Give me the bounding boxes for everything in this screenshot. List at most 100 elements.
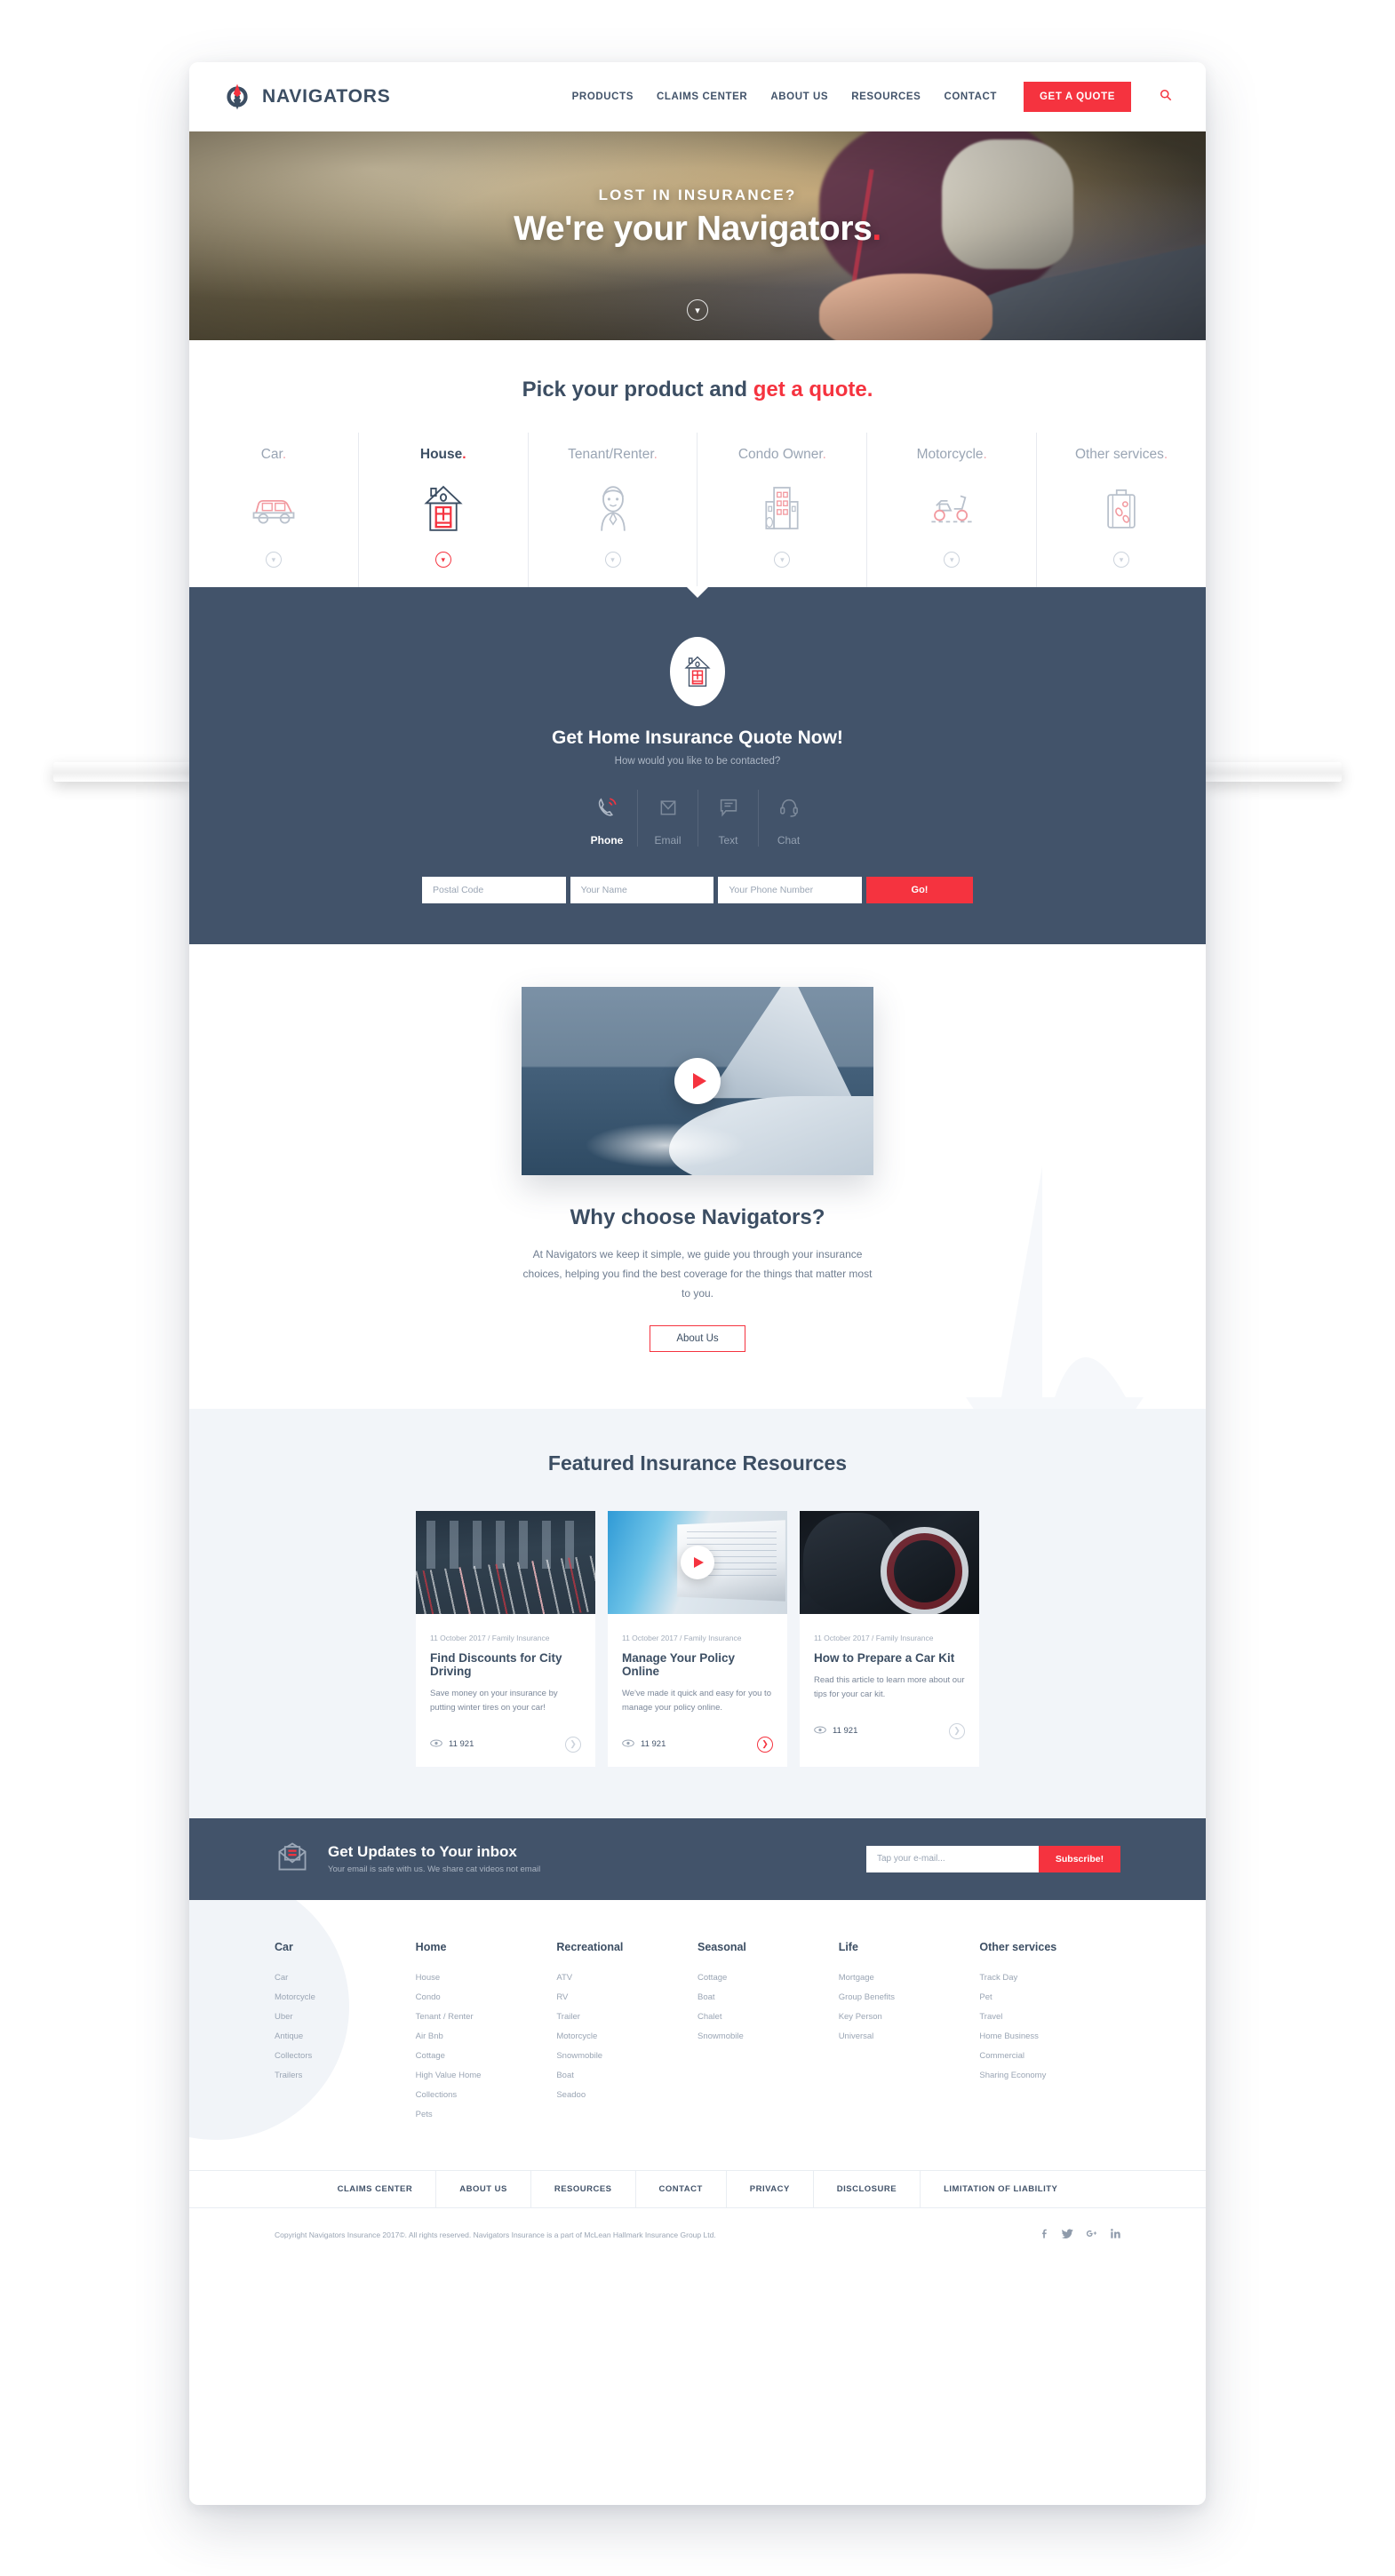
footer-link[interactable]: Trailers bbox=[275, 2071, 416, 2080]
your-name-input[interactable]: Your Name bbox=[570, 877, 714, 903]
about-us-button[interactable]: About Us bbox=[650, 1324, 745, 1352]
footer-link[interactable]: RV bbox=[556, 1992, 698, 2002]
footer-link[interactable]: Seadoo bbox=[556, 2090, 698, 2100]
footer-link[interactable]: Antique bbox=[275, 2031, 416, 2041]
footer-nav-about-us[interactable]: ABOUT US bbox=[435, 2170, 530, 2207]
page-canvas: NAVIGATORS PRODUCTS CLAIMS CENTER ABOUT … bbox=[0, 0, 1395, 2576]
nav-item-about-us[interactable]: ABOUT US bbox=[770, 91, 828, 102]
footer-link[interactable]: Tenant / Renter bbox=[416, 2012, 557, 2022]
linkedin-icon[interactable] bbox=[1111, 2228, 1120, 2242]
footer-link[interactable]: Snowmobile bbox=[698, 2031, 839, 2041]
card-meta: 11 October 2017 / Family Insurance bbox=[430, 1633, 550, 1642]
footer-link[interactable]: Cottage bbox=[416, 2051, 557, 2061]
footer-link[interactable]: Key Person bbox=[839, 2012, 980, 2022]
footer-link[interactable]: Cottage bbox=[698, 1973, 839, 1983]
channel-label: Chat bbox=[777, 834, 801, 847]
chevron-down-icon[interactable]: ▾ bbox=[434, 552, 451, 568]
footer-link[interactable]: Collectors bbox=[275, 2051, 416, 2061]
twitter-icon[interactable] bbox=[1061, 2228, 1073, 2242]
footer-link[interactable]: House bbox=[416, 1973, 557, 1983]
promo-video-player[interactable] bbox=[522, 987, 873, 1175]
phone-number-input[interactable]: Your Phone Number bbox=[718, 877, 863, 903]
nav-item-claims-center[interactable]: CLAIMS CENTER bbox=[657, 91, 747, 102]
footer-link[interactable]: Group Benefits bbox=[839, 1992, 980, 2002]
product-tab-label: Motorcycle. bbox=[916, 447, 987, 462]
footer-link[interactable]: Home Business bbox=[979, 2031, 1120, 2041]
card-view-count: 11 921 bbox=[641, 1739, 666, 1750]
card-description: We've made it quick and easy for you to … bbox=[622, 1688, 771, 1713]
product-tab-condo-owner[interactable]: Condo Owner. ▾ bbox=[697, 433, 866, 587]
resource-card[interactable]: 11 October 2017 / Family Insurance Find … bbox=[416, 1510, 595, 1767]
footer-link[interactable]: Snowmobile bbox=[556, 2051, 698, 2061]
product-tab-house[interactable]: House. ▾ bbox=[357, 433, 528, 587]
quote-submit-button[interactable]: Go! bbox=[866, 877, 974, 903]
footer-link[interactable]: Pets bbox=[416, 2110, 557, 2119]
footer-link[interactable]: Travel bbox=[979, 2012, 1120, 2022]
footer-link[interactable]: Boat bbox=[556, 2071, 698, 2080]
get-a-quote-button[interactable]: GET A QUOTE bbox=[1024, 82, 1131, 112]
postal-code-input[interactable]: Postal Code bbox=[422, 877, 566, 903]
footer-nav-contact[interactable]: CONTACT bbox=[634, 2170, 726, 2207]
suitcase-icon bbox=[1040, 479, 1202, 537]
channel-chat[interactable]: Chat bbox=[758, 790, 818, 847]
product-tabs: Car. ▾ House. ▾ Tenant/Renter. ▾ Condo O… bbox=[189, 433, 1206, 587]
facebook-icon[interactable] bbox=[1041, 2228, 1049, 2242]
product-tab-car[interactable]: Car. ▾ bbox=[189, 433, 358, 587]
footer-link[interactable]: Condo bbox=[416, 1992, 557, 2002]
channel-email[interactable]: Email bbox=[637, 790, 698, 847]
play-icon[interactable] bbox=[681, 1545, 714, 1579]
footer-nav-limitation-of-liability[interactable]: LIMITATION OF LIABILITY bbox=[920, 2170, 1080, 2207]
play-icon[interactable] bbox=[674, 1058, 721, 1104]
eye-icon bbox=[622, 1739, 634, 1750]
footer-nav-disclosure[interactable]: DISCLOSURE bbox=[812, 2170, 920, 2207]
newsletter-email-input[interactable]: Tap your e-mail... bbox=[866, 1845, 1039, 1872]
chevron-right-icon[interactable]: ❯ bbox=[949, 1722, 965, 1739]
resource-card[interactable]: 11 October 2017 / Family Insurance How t… bbox=[800, 1510, 979, 1767]
chevron-right-icon[interactable]: ❯ bbox=[757, 1736, 773, 1753]
footer-link[interactable]: Sharing Economy bbox=[979, 2071, 1120, 2080]
footer-link[interactable]: Commercial bbox=[979, 2051, 1120, 2061]
product-tab-tenant-renter[interactable]: Tenant/Renter. ▾ bbox=[527, 433, 698, 587]
footer-link[interactable]: Boat bbox=[698, 1992, 839, 2002]
newsletter-subscribe-button[interactable]: Subscribe! bbox=[1039, 1845, 1120, 1872]
footer-nav-resources[interactable]: RESOURCES bbox=[530, 2170, 635, 2207]
car-icon bbox=[193, 479, 355, 537]
footer-link[interactable]: Chalet bbox=[698, 2012, 839, 2022]
brand-logo[interactable]: NAVIGATORS bbox=[223, 83, 391, 111]
footer-link[interactable]: Collections bbox=[416, 2090, 557, 2100]
footer-link[interactable]: ATV bbox=[556, 1973, 698, 1983]
chevron-down-icon[interactable]: ▾ bbox=[944, 552, 961, 568]
footer-link[interactable]: Car bbox=[275, 1973, 416, 1983]
footer-nav-claims-center[interactable]: CLAIMS CENTER bbox=[315, 2171, 436, 2207]
footer-link[interactable]: Air Bnb bbox=[416, 2031, 557, 2041]
footer-link[interactable]: Universal bbox=[839, 2031, 980, 2041]
footer-nav-privacy[interactable]: PRIVACY bbox=[725, 2170, 813, 2207]
footer-link[interactable]: Trailer bbox=[556, 2012, 698, 2022]
channel-text[interactable]: Text bbox=[698, 790, 758, 847]
search-icon[interactable] bbox=[1160, 89, 1172, 106]
footer-link[interactable]: High Value Home bbox=[416, 2071, 557, 2080]
chevron-down-icon[interactable]: ▾ bbox=[604, 552, 621, 568]
google-plus-icon[interactable] bbox=[1086, 2228, 1098, 2242]
device-shadow-left bbox=[53, 762, 191, 782]
nav-item-products[interactable]: PRODUCTS bbox=[572, 91, 634, 102]
product-tab-motorcycle[interactable]: Motorcycle. ▾ bbox=[866, 433, 1036, 587]
footer-link[interactable]: Uber bbox=[275, 2012, 416, 2022]
footer-link[interactable]: Mortgage bbox=[839, 1973, 980, 1983]
resource-card[interactable]: 11 October 2017 / Family Insurance Manag… bbox=[608, 1510, 787, 1767]
product-tab-other-services[interactable]: Other services. ▾ bbox=[1036, 433, 1206, 587]
chevron-down-icon[interactable]: ▾ bbox=[265, 552, 282, 568]
footer-link[interactable]: Motorcycle bbox=[556, 2031, 698, 2041]
chevron-right-icon[interactable]: ❯ bbox=[565, 1736, 581, 1753]
chevron-down-icon[interactable]: ▾ bbox=[1113, 552, 1130, 568]
nav-item-contact[interactable]: CONTACT bbox=[944, 91, 997, 102]
footer-link[interactable]: Track Day bbox=[979, 1973, 1120, 1983]
footer-link[interactable]: Motorcycle bbox=[275, 1992, 416, 2002]
copyright-text: Copyright Navigators Insurance 2017©. Al… bbox=[275, 2230, 716, 2239]
hero-scroll-down-button[interactable]: ▾ bbox=[687, 299, 708, 321]
chevron-down-icon[interactable]: ▾ bbox=[774, 552, 791, 568]
footer-link[interactable]: Pet bbox=[979, 1992, 1120, 2002]
channel-phone[interactable]: Phone bbox=[577, 790, 637, 847]
nav-item-resources[interactable]: RESOURCES bbox=[851, 91, 921, 102]
card-thumbnail bbox=[608, 1510, 787, 1614]
